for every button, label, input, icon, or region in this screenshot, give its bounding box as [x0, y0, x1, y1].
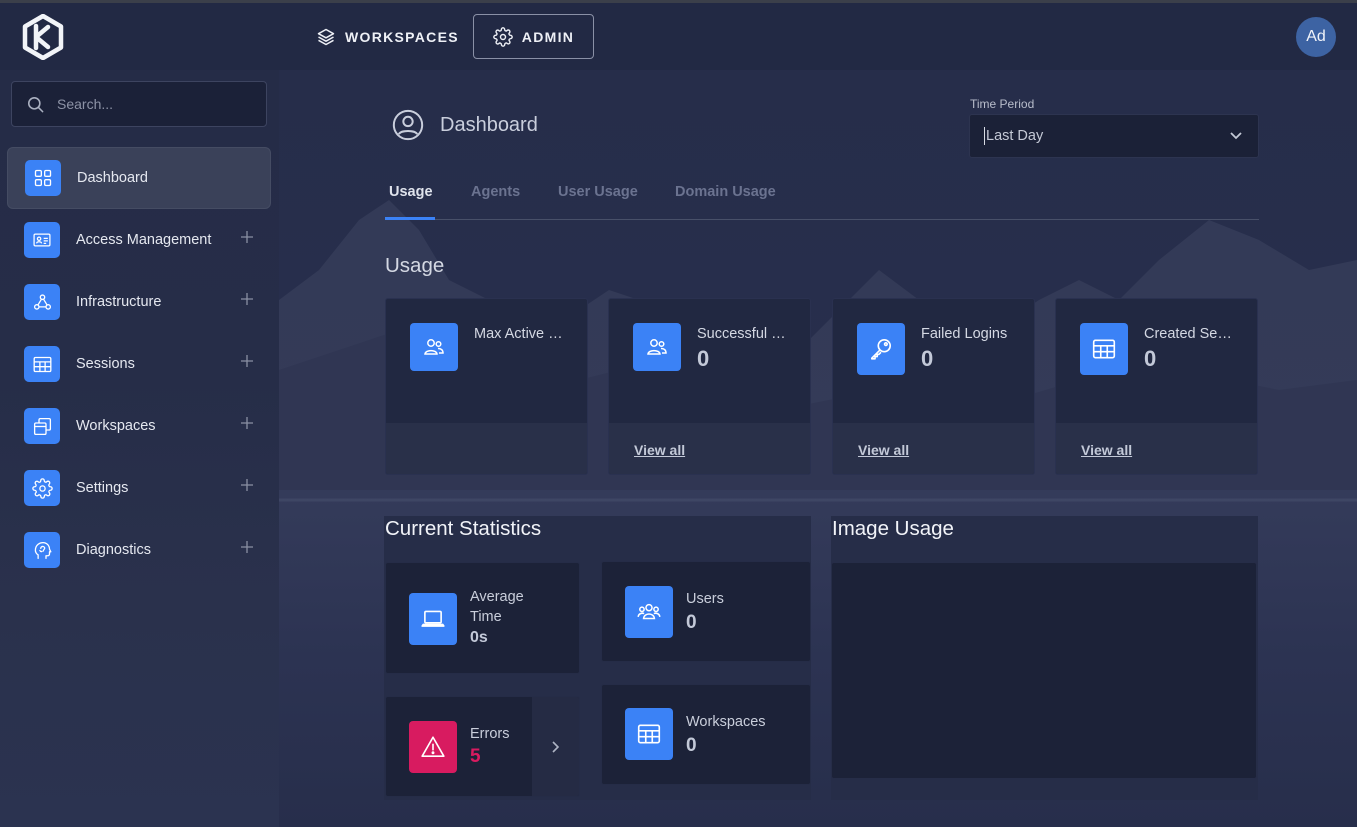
- stat-value: 5: [470, 746, 481, 767]
- nav-admin-label: ADMIN: [521, 28, 575, 45]
- expand-plus-icon[interactable]: [240, 416, 254, 430]
- expand-plus-icon[interactable]: [240, 540, 254, 554]
- sidebar-item-label: Diagnostics: [76, 542, 151, 558]
- key-icon: [857, 323, 905, 375]
- stat-label-line2: Time: [470, 609, 502, 625]
- page-header: Dashboard: [391, 108, 538, 142]
- nav-workspaces-button[interactable]: WORKSPACES: [304, 14, 471, 59]
- card-label: Max Active …: [474, 326, 563, 342]
- user-avatar[interactable]: Ad: [1296, 17, 1336, 57]
- card-label: Failed Logins: [921, 326, 1008, 342]
- stat-value: 0s: [470, 629, 488, 646]
- expand-plus-icon[interactable]: [240, 292, 254, 306]
- chevron-right-icon: [552, 740, 560, 753]
- card-footer: [386, 423, 587, 474]
- view-all-link[interactable]: View all: [858, 442, 909, 458]
- brain-head-icon: [24, 532, 60, 568]
- sidebar-item-dashboard[interactable]: Dashboard: [7, 147, 271, 209]
- stat-value: 0: [686, 735, 697, 756]
- nav-admin-button[interactable]: ADMIN: [473, 14, 594, 59]
- search-icon: [27, 96, 44, 112]
- sidebar-item-label: Settings: [76, 480, 129, 496]
- expand-plus-icon[interactable]: [240, 478, 254, 492]
- card-value: 0: [921, 346, 934, 371]
- card-value: 0: [1144, 346, 1157, 371]
- average-time-stat: Average Time 0s: [385, 562, 580, 674]
- table-icon: [24, 346, 60, 382]
- users-stat: Users 0: [601, 561, 811, 662]
- image-usage-title: Image Usage: [832, 517, 954, 540]
- table-icon: [625, 708, 673, 760]
- stat-label: Workspaces: [686, 714, 766, 730]
- stat-value: 0: [686, 612, 697, 633]
- warning-icon: [409, 721, 457, 773]
- sidebar-item-workspaces[interactable]: Workspaces: [7, 395, 271, 457]
- card-label: Created Se…: [1144, 326, 1232, 342]
- tab-usage[interactable]: Usage: [389, 184, 433, 200]
- expand-plus-icon[interactable]: [240, 354, 254, 368]
- expand-plus-icon[interactable]: [240, 230, 254, 244]
- image-usage-chart-area: [831, 562, 1257, 779]
- errors-stat[interactable]: Errors 5: [385, 696, 580, 797]
- view-all-link[interactable]: View all: [634, 442, 685, 458]
- failed-logins-card: Failed Logins 0 View all: [832, 298, 1035, 475]
- search-input[interactable]: [57, 96, 247, 112]
- tab-domain-usage[interactable]: Domain Usage: [675, 184, 776, 200]
- sidebar-search[interactable]: [11, 81, 267, 127]
- view-all-link[interactable]: View all: [1081, 442, 1132, 458]
- grid-icon: [25, 160, 61, 196]
- top-bar: WORKSPACES ADMIN Ad: [0, 3, 1357, 70]
- page-title: Dashboard: [440, 113, 538, 136]
- sidebar-item-label: Dashboard: [77, 170, 148, 186]
- main-content: Dashboard Time Period Last Day Usage Age…: [279, 70, 1357, 827]
- stat-label: Errors: [470, 726, 510, 742]
- sidebar-item-infrastructure[interactable]: Infrastructure: [7, 271, 271, 333]
- active-tab-indicator: [385, 217, 435, 220]
- sidebar-item-access-management[interactable]: Access Management: [7, 209, 271, 271]
- users-group-icon: [625, 586, 673, 638]
- max-active-card: Max Active …: [385, 298, 588, 475]
- time-period-select[interactable]: Last Day: [969, 114, 1259, 158]
- workspaces-stat: Workspaces 0: [601, 684, 811, 785]
- time-period-value: Last Day: [986, 128, 1044, 144]
- sidebar-item-sessions[interactable]: Sessions: [7, 333, 271, 395]
- sidebar-item-label: Sessions: [76, 356, 135, 372]
- app-logo-icon[interactable]: [22, 14, 64, 60]
- sidebar-item-label: Infrastructure: [76, 294, 162, 310]
- stat-label: Users: [686, 591, 724, 607]
- tab-bar: Usage Agents User Usage Domain Usage: [385, 176, 1259, 220]
- sidebar-item-label: Workspaces: [76, 418, 156, 434]
- text-cursor: [984, 127, 985, 145]
- sidebar: Dashboard Access Management Infrastructu…: [0, 70, 279, 827]
- created-sessions-card: Created Se… 0 View all: [1055, 298, 1258, 475]
- id-card-icon: [24, 222, 60, 258]
- nav-workspaces-label: WORKSPACES: [345, 28, 459, 45]
- tab-agents[interactable]: Agents: [471, 184, 520, 200]
- current-statistics-title: Current Statistics: [385, 517, 542, 540]
- laptop-icon: [409, 593, 457, 645]
- gear-icon: [493, 26, 513, 47]
- time-period-label: Time Period: [970, 97, 1035, 111]
- gear-icon: [24, 470, 60, 506]
- windows-icon: [24, 408, 60, 444]
- image-usage-panel: Image Usage: [831, 516, 1258, 800]
- errors-details-button[interactable]: [532, 697, 579, 796]
- stat-label-line1: Average: [470, 589, 524, 605]
- users-icon: [633, 323, 681, 371]
- layers-icon: [317, 28, 335, 45]
- webhook-icon: [24, 284, 60, 320]
- table-icon: [1080, 323, 1128, 375]
- users-icon: [410, 323, 458, 371]
- sidebar-item-diagnostics[interactable]: Diagnostics: [7, 519, 271, 581]
- tab-user-usage[interactable]: User Usage: [558, 184, 638, 200]
- chevron-down-icon: [1230, 132, 1242, 140]
- successful-logins-card: Successful … 0 View all: [608, 298, 811, 475]
- sidebar-item-label: Access Management: [76, 232, 212, 248]
- user-circle-icon: [392, 109, 424, 141]
- usage-title: Usage: [385, 254, 445, 277]
- card-value: 0: [697, 346, 710, 371]
- card-label: Successful …: [697, 326, 786, 342]
- sidebar-item-settings[interactable]: Settings: [7, 457, 271, 519]
